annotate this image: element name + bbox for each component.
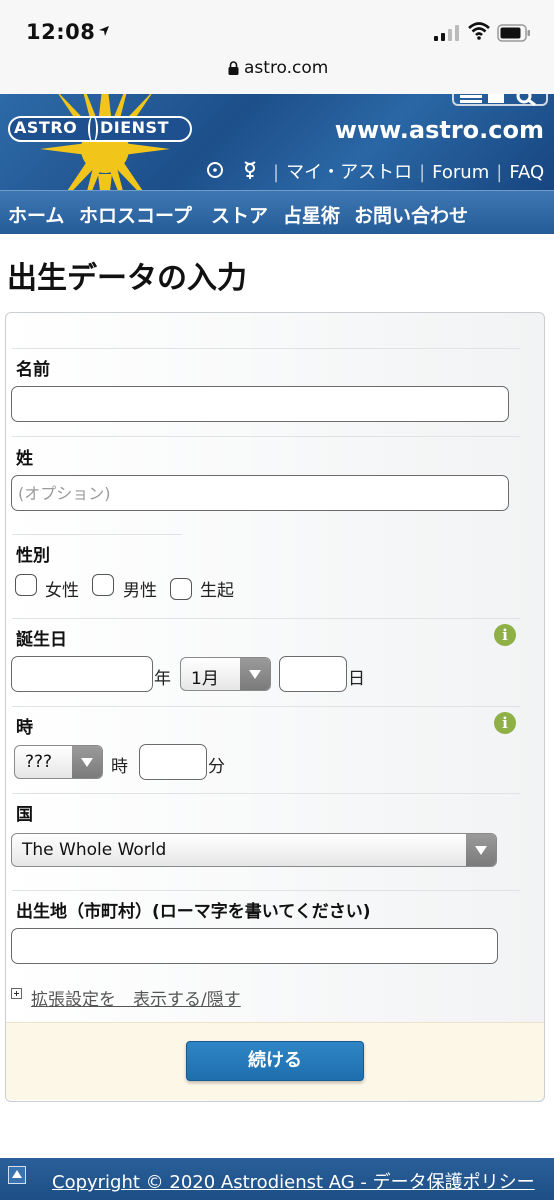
sun-star-logo-icon bbox=[40, 94, 170, 190]
menu-icon[interactable] bbox=[460, 94, 482, 104]
country-select[interactable]: The Whole World bbox=[11, 833, 497, 867]
birth-hour-select[interactable]: ??? bbox=[14, 745, 103, 779]
birth-date-label: 誕生日 bbox=[16, 630, 67, 650]
chevron-down-icon bbox=[240, 658, 270, 690]
first-name-label: 名前 bbox=[16, 360, 50, 380]
url-text[interactable]: astro.com bbox=[244, 58, 328, 78]
cellular-signal-icon bbox=[434, 25, 459, 41]
birth-time-label: 時 bbox=[16, 718, 33, 738]
nav-item-astrology[interactable]: 占星術 bbox=[283, 201, 340, 228]
link-faq[interactable]: FAQ bbox=[509, 162, 544, 183]
address-bar[interactable]: astro.com bbox=[0, 58, 554, 94]
birth-time-info-icon[interactable]: i bbox=[494, 712, 516, 734]
link-my-astro[interactable]: マイ・アストロ bbox=[286, 162, 412, 183]
page-title: 出生データの入力 bbox=[7, 261, 247, 296]
birthplace-label: 出生地（市町村）(ローマ字を書いてください) bbox=[16, 902, 371, 922]
chevron-down-icon bbox=[466, 834, 496, 866]
site-header: ASTRO DIENST www.astro.com | マイ・アストロ | Foru… bbox=[0, 94, 554, 190]
field-separator bbox=[12, 534, 182, 535]
logo-dienst-text[interactable]: DIENST bbox=[100, 118, 169, 137]
status-bar: 12:08 bbox=[0, 0, 554, 58]
nav-item-horoscope[interactable]: ホロスコープ bbox=[79, 201, 192, 228]
birth-minute-input[interactable] bbox=[139, 744, 207, 780]
nav-item-home[interactable]: ホーム bbox=[8, 201, 64, 228]
lock-icon bbox=[228, 61, 239, 75]
birth-month-select[interactable]: 1月 bbox=[180, 657, 271, 691]
site-url[interactable]: www.astro.com bbox=[335, 116, 544, 144]
field-separator bbox=[12, 618, 520, 619]
battery-icon bbox=[497, 24, 530, 42]
expand-icon[interactable] bbox=[11, 988, 22, 999]
birth-month-value: 1月 bbox=[191, 669, 219, 689]
birth-hour-value: ??? bbox=[25, 752, 53, 772]
first-name-input[interactable] bbox=[11, 386, 509, 422]
year-unit: 年 bbox=[154, 669, 171, 689]
last-name-input[interactable] bbox=[11, 475, 509, 511]
country-value: The Whole World bbox=[22, 840, 167, 860]
footer: Copyright © 2020 Astrodienst AG - データ保護ポ… bbox=[0, 1158, 554, 1200]
gender-female-checkbox[interactable] bbox=[15, 574, 37, 596]
link-forum[interactable]: Forum bbox=[432, 162, 489, 183]
birth-day-input[interactable] bbox=[279, 656, 347, 692]
location-arrow-icon bbox=[99, 26, 109, 36]
birthplace-input[interactable] bbox=[11, 928, 498, 964]
birth-date-info-icon[interactable]: i bbox=[494, 624, 516, 646]
field-separator bbox=[12, 890, 520, 891]
astro-symbols-icon bbox=[207, 161, 256, 179]
top-links: | マイ・アストロ | Forum | FAQ bbox=[273, 162, 545, 183]
birth-year-input[interactable] bbox=[11, 656, 153, 692]
gender-male-label[interactable]: 男性 bbox=[123, 576, 157, 601]
gender-female-label[interactable]: 女性 bbox=[45, 576, 79, 601]
logo-divider bbox=[88, 116, 98, 142]
continue-button[interactable]: 続ける bbox=[186, 1041, 364, 1081]
logo-astro-text[interactable]: ASTRO bbox=[14, 118, 77, 137]
main-nav: ホーム ホロスコープ ストア 占星術 お問い合わせ bbox=[0, 190, 554, 234]
copyright-link[interactable]: Copyright © 2020 Astrodienst AG - データ保護ポ… bbox=[52, 1168, 535, 1194]
field-separator bbox=[12, 348, 520, 349]
status-time: 12:08 bbox=[26, 20, 96, 44]
nav-item-contact[interactable]: お問い合わせ bbox=[354, 201, 468, 228]
chevron-down-icon bbox=[72, 746, 102, 778]
day-unit: 日 bbox=[348, 669, 365, 689]
advanced-settings-toggle[interactable]: 拡張設定を 表示する/隠す bbox=[31, 985, 241, 1010]
wifi-icon bbox=[468, 22, 490, 40]
scroll-top-icon[interactable] bbox=[8, 1166, 26, 1184]
last-name-label: 姓 bbox=[16, 449, 33, 469]
gender-event-checkbox[interactable] bbox=[170, 578, 192, 600]
country-label: 国 bbox=[16, 805, 33, 825]
field-separator bbox=[12, 706, 520, 707]
account-icon[interactable] bbox=[488, 94, 504, 103]
hour-unit: 時 bbox=[111, 757, 128, 777]
gender-label: 性別 bbox=[16, 546, 50, 566]
gender-male-checkbox[interactable] bbox=[92, 574, 114, 596]
birth-data-form bbox=[5, 312, 545, 1102]
minute-unit: 分 bbox=[208, 757, 225, 777]
gender-event-label[interactable]: 生起 bbox=[200, 576, 234, 601]
field-separator bbox=[12, 793, 520, 794]
nav-item-store[interactable]: ストア bbox=[211, 201, 268, 228]
search-icon[interactable] bbox=[514, 94, 540, 106]
field-separator bbox=[12, 436, 520, 437]
